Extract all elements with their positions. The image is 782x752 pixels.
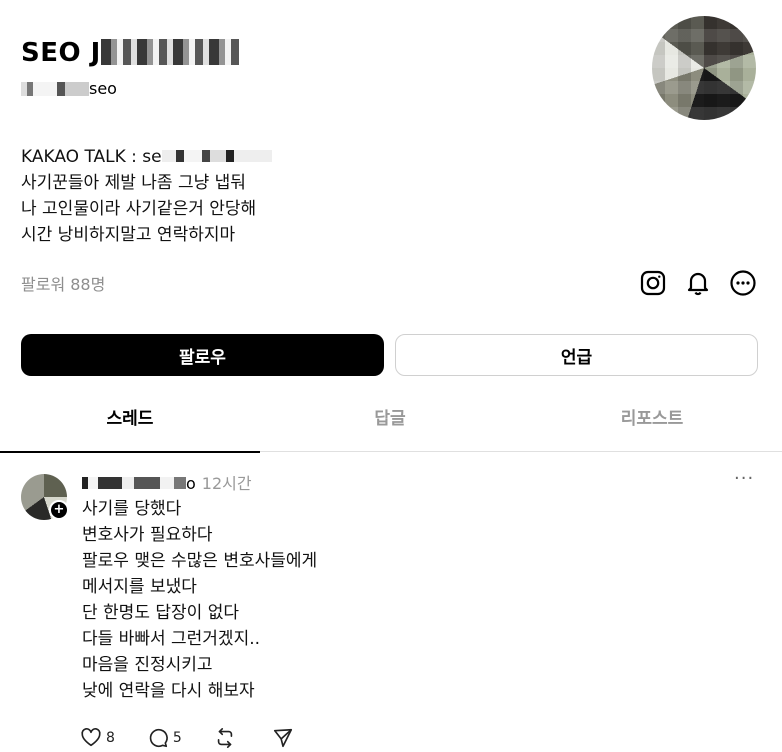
post-text: 사기를 당했다 변호사가 필요하다 팔로우 맺은 수많은 변호사들에게 메서지를… (82, 496, 317, 704)
profile-header: SEO J seo KAKAO TALK : se 사기꾼들아 제발 나좀 그냥… (0, 0, 782, 460)
heart-icon (81, 728, 101, 747)
followers-count[interactable]: 팔로워 88명 (21, 271, 105, 295)
like-count: 8 (106, 730, 115, 746)
comment-icon (149, 728, 168, 748)
post-actions: 8 5 (80, 726, 330, 750)
redacted-handle (21, 82, 89, 96)
post-line: 다들 바빠서 그런거겠지.. (82, 629, 261, 649)
post-line: 변호사가 필요하다 (82, 525, 213, 545)
profile-bio: KAKAO TALK : se 사기꾼들아 제발 나좀 그냥 냅둬 나 고인물이… (21, 144, 272, 248)
send-icon (273, 728, 292, 748)
share-button[interactable] (272, 727, 298, 749)
profile-handle-text: seo (89, 79, 117, 98)
post-username[interactable]: o (186, 474, 196, 493)
profile-name: SEO J (21, 38, 239, 68)
comment-count: 5 (172, 730, 182, 746)
redacted-kakao-id (161, 150, 272, 162)
tab-replies[interactable]: 답글 (260, 398, 520, 452)
bio-line-4: 시간 낭비하지말고 연락하지마 (21, 225, 236, 245)
post-line: 단 한명도 답장이 없다 (82, 603, 239, 623)
post-line: 팔로우 맺은 수많은 변호사들에게 (82, 551, 318, 571)
post-header: o 12시간 (82, 470, 252, 494)
bio-line-3: 나 고인물이라 사기같은거 안당해 (21, 199, 257, 219)
bell-icon[interactable] (683, 268, 713, 298)
tab-reposts[interactable]: 리포스트 (522, 398, 782, 452)
follow-plus-icon[interactable]: + (49, 500, 69, 520)
bio-line-2: 사기꾼들아 제발 나좀 그냥 냅둬 (21, 173, 246, 193)
post-more-icon[interactable]: ··· (734, 468, 754, 489)
repost-icon (217, 728, 233, 748)
profile-handle: seo (21, 79, 117, 98)
post-line: 사기를 당했다 (82, 499, 182, 519)
thread-post[interactable]: + o 12시간 ··· 사기를 당했다 변호사가 필요하다 팔로우 맺은 수많은… (0, 460, 782, 752)
post-line: 메서지를 보냈다 (82, 577, 197, 597)
repost-button[interactable] (214, 727, 240, 749)
tab-threads[interactable]: 스레드 (0, 398, 260, 453)
follow-button[interactable]: 팔로우 (21, 334, 384, 376)
profile-avatar[interactable] (652, 16, 756, 120)
like-button[interactable]: 8 (80, 727, 115, 749)
profile-name-text: SEO J (21, 38, 101, 68)
post-line: 마음을 진정시키고 (82, 655, 213, 675)
redacted-username (82, 477, 186, 489)
instagram-icon[interactable] (638, 268, 668, 298)
more-circle-icon[interactable] (728, 268, 758, 298)
post-time: 12시간 (201, 474, 252, 493)
bio-kakao-label: KAKAO TALK : se (21, 147, 162, 167)
mention-button[interactable]: 언급 (395, 334, 758, 376)
post-line: 낮에 연락을 다시 해보자 (82, 681, 255, 701)
bio-line-1: KAKAO TALK : se (21, 144, 272, 170)
redacted-name (100, 39, 239, 65)
profile-tabs: 스레드 답글 리포스트 (0, 398, 782, 453)
comment-button[interactable]: 5 (147, 727, 182, 749)
